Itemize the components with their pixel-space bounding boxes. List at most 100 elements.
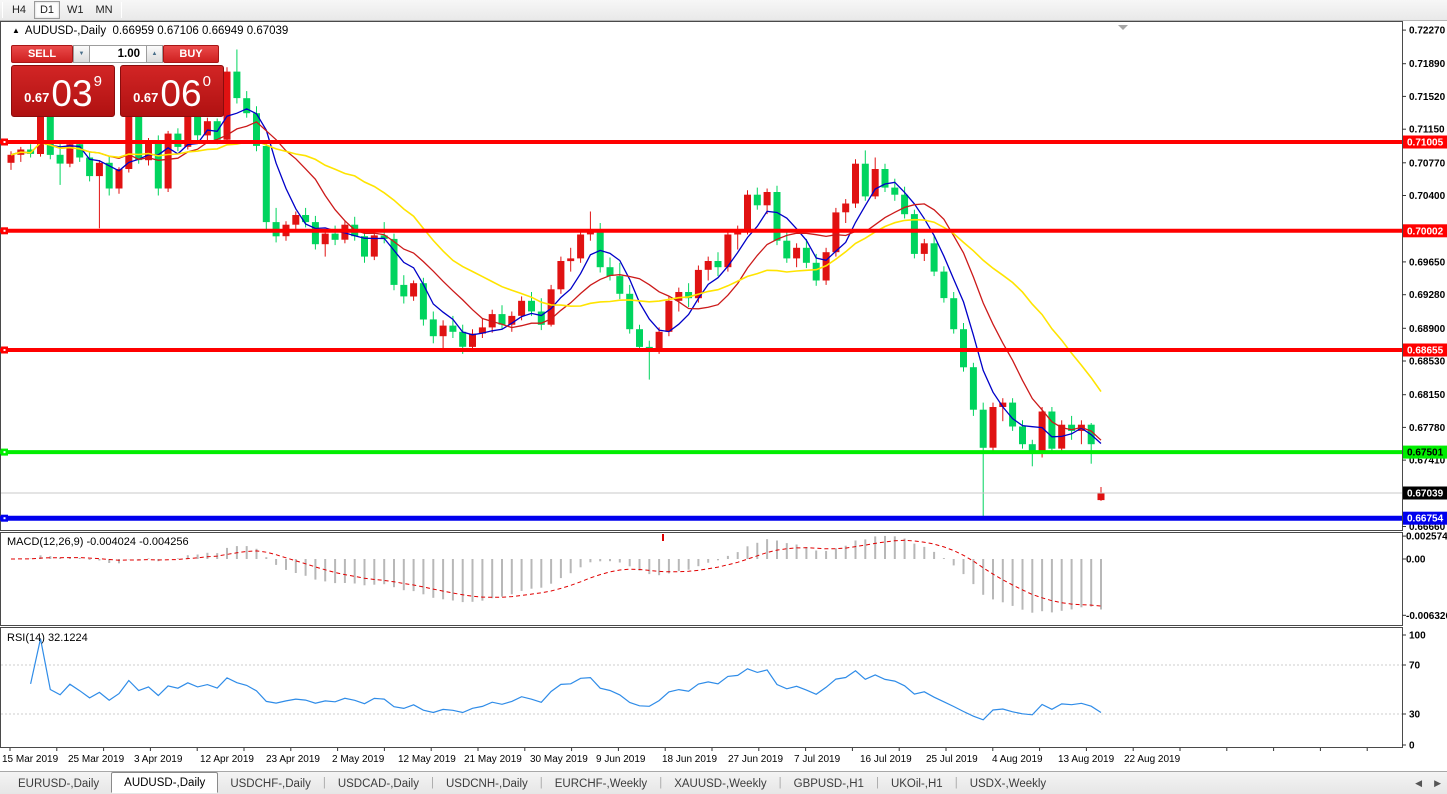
sell-price-main: 03 — [51, 73, 93, 114]
one-click-trade-widget: SELL ▼ ▲ BUY 0.67039 0.67060 — [11, 45, 224, 117]
candle-body — [744, 194, 751, 231]
candle-body — [154, 140, 162, 189]
svg-text:0.68150: 0.68150 — [1409, 390, 1446, 401]
timeframe-button-w1[interactable]: W1 — [62, 1, 89, 19]
candle-body — [930, 243, 938, 272]
svg-text:21 May 2019: 21 May 2019 — [464, 754, 522, 765]
candle-body — [783, 240, 791, 259]
svg-text:9 Jun 2019: 9 Jun 2019 — [596, 754, 646, 765]
svg-text:4 Aug 2019: 4 Aug 2019 — [992, 754, 1043, 765]
candle-body — [135, 115, 143, 161]
svg-text:22 Aug 2019: 22 Aug 2019 — [1124, 754, 1181, 765]
buy-price-main: 06 — [160, 73, 202, 114]
timeframe-button-mn[interactable]: MN — [91, 1, 118, 19]
candle-body — [636, 329, 643, 347]
candle-body — [616, 276, 624, 294]
candle-body — [950, 298, 958, 330]
svg-text:18 Jun 2019: 18 Jun 2019 — [662, 754, 717, 765]
candle-body — [115, 169, 123, 189]
sell-price-box[interactable]: 0.67 03 9 — [11, 65, 115, 117]
candle-body — [449, 325, 457, 332]
chart-window[interactable]: MACD(12,26,9) -0.004024 -0.004256 RSI(14)… — [0, 21, 1447, 771]
tab-usdchf-daily[interactable]: USDCHF-,Daily — [218, 774, 323, 793]
svg-text:0.68900: 0.68900 — [1409, 324, 1446, 335]
svg-text:0.66754: 0.66754 — [1407, 514, 1444, 525]
candle-body — [675, 292, 683, 301]
candle-body — [56, 154, 64, 164]
svg-text:30 May 2019: 30 May 2019 — [530, 754, 588, 765]
svg-text:12 May 2019: 12 May 2019 — [398, 754, 456, 765]
candle-body — [763, 192, 771, 206]
toolbar-separator — [2, 2, 3, 18]
svg-text:0.69280: 0.69280 — [1409, 290, 1446, 301]
candle-body — [518, 300, 526, 316]
hline-handle-dot — [3, 451, 6, 454]
sell-button[interactable]: SELL — [11, 45, 73, 63]
candle-body — [920, 243, 928, 254]
tab-eurusd-daily[interactable]: EURUSD-,Daily — [6, 774, 111, 793]
svg-text:-0.006326: -0.006326 — [1406, 611, 1447, 622]
timeframe-toolbar: H4 D1 W1 MN — [0, 0, 1447, 21]
buy-price-box[interactable]: 0.67 06 0 — [120, 65, 224, 117]
svg-text:0.67780: 0.67780 — [1409, 423, 1446, 434]
candle-body — [989, 407, 997, 448]
volume-up-button[interactable]: ▲ — [146, 45, 163, 63]
timeframe-button-d1[interactable]: D1 — [34, 1, 60, 19]
candle-body — [1097, 493, 1105, 501]
tab-usdcad-daily[interactable]: USDCAD-,Daily — [326, 774, 431, 793]
tabs-scroll-left-icon[interactable]: ◀ — [1415, 778, 1422, 789]
candle-body — [861, 163, 869, 197]
candle-body — [439, 325, 447, 337]
svg-text:0.71005: 0.71005 — [1407, 138, 1444, 149]
tab-gbpusd-h1[interactable]: GBPUSD-,H1 — [782, 774, 876, 793]
tab-usdcnh-daily[interactable]: USDCNH-,Daily — [434, 774, 540, 793]
candle-body — [596, 230, 604, 268]
chart-title-bar: ▲ AUDUSD-,Daily 0.66959 0.67106 0.66949 0… — [12, 25, 288, 37]
tab-usdx-weekly[interactable]: USDX-,Weekly — [958, 774, 1058, 793]
candle-body — [311, 222, 319, 245]
sell-price-pip: 9 — [93, 73, 102, 90]
candle-body — [969, 367, 977, 410]
candle-body — [665, 300, 673, 332]
tab-ukoil-h1[interactable]: UKOil-,H1 — [879, 774, 955, 793]
hline-handle-dot — [3, 517, 6, 520]
candle-body — [400, 284, 408, 297]
candle-body — [469, 333, 476, 347]
chart-ohlc-values: 0.66959 0.67106 0.66949 0.67039 — [112, 25, 289, 37]
svg-text:0.002574: 0.002574 — [1406, 532, 1447, 543]
candle-body — [557, 261, 565, 290]
svg-text:70: 70 — [1409, 661, 1421, 672]
svg-text:0.71520: 0.71520 — [1409, 92, 1446, 103]
candle-body — [852, 163, 859, 204]
svg-text:27 Jun 2019: 27 Jun 2019 — [728, 754, 783, 765]
candle-body — [95, 162, 103, 177]
tabs-scroll-right-icon[interactable]: ▶ — [1434, 778, 1441, 789]
hline-handle-dot — [3, 141, 6, 143]
volume-down-button[interactable]: ▼ — [73, 45, 90, 63]
tab-audusd-daily[interactable]: AUDUSD-,Daily — [111, 771, 219, 793]
tab-eurchf-weekly[interactable]: EURCHF-,Weekly — [543, 774, 659, 793]
candle-body — [46, 112, 54, 155]
candle-body — [802, 247, 810, 263]
svg-text:2 May 2019: 2 May 2019 — [332, 754, 385, 765]
svg-text:0.70770: 0.70770 — [1409, 158, 1446, 169]
svg-text:0.69650: 0.69650 — [1409, 257, 1446, 268]
svg-text:0.71890: 0.71890 — [1409, 59, 1446, 70]
svg-text:15 Mar 2019: 15 Mar 2019 — [2, 754, 59, 765]
svg-text:0.00: 0.00 — [1406, 555, 1426, 566]
svg-text:12 Apr 2019: 12 Apr 2019 — [200, 754, 254, 765]
timeframe-button-h4[interactable]: H4 — [6, 1, 32, 19]
svg-text:23 Apr 2019: 23 Apr 2019 — [266, 754, 320, 765]
candle-body — [714, 261, 722, 268]
collapse-arrow-icon[interactable]: ▲ — [12, 26, 20, 35]
candle-body — [1009, 402, 1017, 427]
svg-text:30: 30 — [1409, 710, 1421, 721]
buy-button[interactable]: BUY — [163, 45, 219, 63]
candle-body — [37, 112, 44, 154]
candle-body — [7, 154, 15, 163]
svg-text:13 Aug 2019: 13 Aug 2019 — [1058, 754, 1115, 765]
volume-input[interactable] — [90, 45, 146, 63]
svg-text:0.70400: 0.70400 — [1409, 191, 1446, 202]
tab-xauusd-weekly[interactable]: XAUUSD-,Weekly — [662, 774, 778, 793]
candle-body — [842, 203, 850, 213]
